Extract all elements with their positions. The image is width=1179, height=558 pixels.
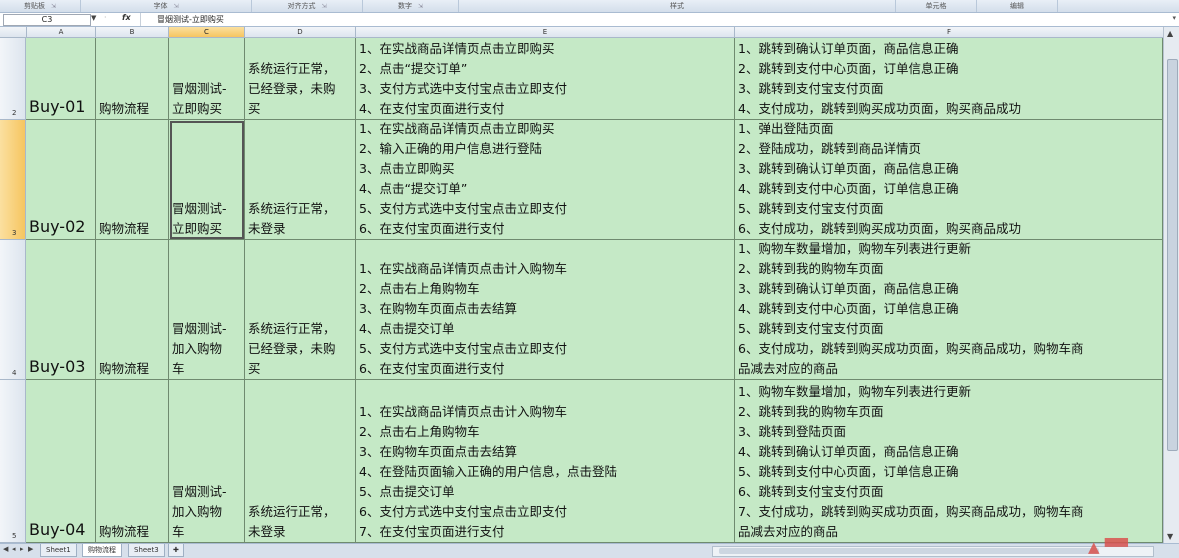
scrollbar-thumb[interactable] bbox=[719, 548, 1099, 554]
scroll-up-icon[interactable]: ▲ bbox=[1167, 29, 1173, 38]
row-header-3[interactable]: 3 bbox=[0, 120, 26, 240]
ribbon-group-alignment[interactable]: 对齐方式 ⇲ bbox=[252, 0, 363, 12]
sheet-tab-sheet1[interactable]: Sheet1 bbox=[40, 544, 77, 557]
row-header-2[interactable]: 2 bbox=[0, 38, 26, 120]
watermark-logo: ▲ ▀▀ bbox=[1088, 538, 1128, 556]
cell-precondition[interactable]: 系统运行正常， 未登录 bbox=[245, 120, 356, 240]
cell-id[interactable]: Buy-03 bbox=[26, 240, 96, 380]
column-header-bar: A B C D E F bbox=[0, 27, 1163, 38]
worksheet-grid[interactable]: A B C D E F 2 Buy-01 购物流程 冒烟测试- 立即购买 系统运行… bbox=[0, 27, 1163, 543]
column-header-d[interactable]: D bbox=[245, 27, 356, 38]
sheet-tab-sheet3[interactable]: Sheet3 bbox=[128, 544, 165, 557]
cell-steps[interactable]: 1、在实战商品详情页点击立即购买 2、点击“提交订单” 3、支付方式选中支付宝点击立… bbox=[356, 38, 735, 120]
cell-expected[interactable]: 1、购物车数量增加，购物车列表进行更新 2、跳转到我的购物车页面 3、跳转到确认订单… bbox=[735, 240, 1163, 380]
row-header-4[interactable]: 4 bbox=[0, 240, 26, 380]
ribbon-group-cells[interactable]: 单元格 bbox=[896, 0, 977, 12]
cell-expected[interactable]: 1、弹出登陆页面 2、登陆成功，跳转到商品详情页 3、跳转到确认订单页面，商品信息正… bbox=[735, 120, 1163, 240]
function-icon[interactable]: fx bbox=[122, 13, 131, 22]
cell-expected[interactable]: 1、跳转到确认订单页面，商品信息正确 2、跳转到支付中心页面，订单信息正确 3、跳转… bbox=[735, 38, 1163, 120]
column-header-e[interactable]: E bbox=[356, 27, 735, 38]
column-header-a[interactable]: A bbox=[27, 27, 96, 38]
ribbon-group-styles[interactable]: 样式 bbox=[459, 0, 896, 12]
cell-steps[interactable]: 1、在实战商品详情页点击计入购物车 2、点击右上角购物车 3、在购物车页面点击去结算… bbox=[356, 240, 735, 380]
cell-id[interactable]: Buy-04 bbox=[26, 380, 96, 543]
dialog-launcher-icon[interactable]: ⇲ bbox=[51, 3, 56, 10]
dialog-launcher-icon[interactable]: ⇲ bbox=[173, 3, 178, 10]
ribbon-group-editing[interactable]: 编辑 bbox=[977, 0, 1058, 12]
dialog-launcher-icon[interactable]: ⇲ bbox=[321, 3, 326, 10]
cell-expected[interactable]: 1、购物车数量增加，购物车列表进行更新 2、跳转到我的购物车页面 3、跳转到登陆页面… bbox=[735, 380, 1163, 543]
ribbon-group-clipboard[interactable]: 剪贴板 ⇲ bbox=[0, 0, 81, 12]
first-sheet-icon[interactable]: ◀ bbox=[3, 545, 8, 553]
prev-sheet-icon[interactable]: ◂ bbox=[12, 545, 16, 553]
name-box[interactable]: C3 bbox=[3, 14, 91, 26]
cell-title-active[interactable]: 冒烟测试- 立即购买 bbox=[169, 120, 245, 240]
expand-formula-icon[interactable]: ▾ bbox=[1172, 14, 1176, 22]
row-header-5[interactable]: 5 bbox=[0, 380, 26, 543]
column-header-c[interactable]: C bbox=[169, 27, 245, 38]
cell-title[interactable]: 冒烟测试- 加入购物车 bbox=[169, 240, 245, 380]
next-sheet-icon[interactable]: ▸ bbox=[20, 545, 24, 553]
cell-module[interactable]: 购物流程 bbox=[96, 380, 169, 543]
column-header-b[interactable]: B bbox=[96, 27, 169, 38]
cell-title[interactable]: 冒烟测试- 加入购物车 bbox=[169, 380, 245, 543]
table-row: Buy-04 购物流程 冒烟测试- 加入购物车 系统运行正常， 未登录 1、在实战商… bbox=[26, 380, 1163, 543]
cell-precondition[interactable]: 系统运行正常， 已经登录，未购买 bbox=[245, 38, 356, 120]
scroll-down-icon[interactable]: ▼ bbox=[1167, 532, 1173, 541]
cell-title[interactable]: 冒烟测试- 立即购买 bbox=[169, 38, 245, 120]
cell-module[interactable]: 购物流程 bbox=[96, 120, 169, 240]
cell-id[interactable]: Buy-02 bbox=[26, 120, 96, 240]
select-all-corner[interactable] bbox=[0, 27, 27, 38]
cell-precondition[interactable]: 系统运行正常， 未登录 bbox=[245, 380, 356, 543]
ribbon-group-font[interactable]: 字体 ⇲ bbox=[81, 0, 252, 12]
table-row: Buy-02 购物流程 冒烟测试- 立即购买 系统运行正常， 未登录 1、在实战商品… bbox=[26, 120, 1163, 240]
table-row: Buy-01 购物流程 冒烟测试- 立即购买 系统运行正常， 已经登录，未购买 1、… bbox=[26, 38, 1163, 120]
cell-precondition[interactable]: 系统运行正常， 已经登录，未购买 bbox=[245, 240, 356, 380]
cell-module[interactable]: 购物流程 bbox=[96, 240, 169, 380]
cell-id[interactable]: Buy-01 bbox=[26, 38, 96, 120]
last-sheet-icon[interactable]: ▶ bbox=[28, 545, 33, 553]
cancel-icon[interactable]: · bbox=[104, 13, 107, 22]
formula-input[interactable]: 冒烟测试-立即购买 bbox=[140, 13, 1177, 26]
chevron-down-icon[interactable]: ▼ bbox=[91, 14, 96, 22]
new-sheet-icon[interactable]: ✚ bbox=[168, 544, 184, 557]
ribbon-bar: 剪贴板 ⇲ 字体 ⇲ 对齐方式 ⇲ 数字 ⇲ 样式 单元格 编辑 bbox=[0, 0, 1179, 13]
sheet-tab-active[interactable]: 购物流程 bbox=[82, 544, 122, 557]
cell-steps[interactable]: 1、在实战商品详情页点击计入购物车 2、点击右上角购物车 3、在购物车页面点击去结算… bbox=[356, 380, 735, 543]
table-row: Buy-03 购物流程 冒烟测试- 加入购物车 系统运行正常， 已经登录，未购买 1… bbox=[26, 240, 1163, 380]
sheet-tab-bar: ◀ ◂ ▸ ▶ Sheet1 购物流程 Sheet3 ✚ bbox=[0, 543, 1179, 558]
column-header-f[interactable]: F bbox=[735, 27, 1163, 38]
formula-bar: C3 ▼ · fx 冒烟测试-立即购买 ▾ bbox=[0, 13, 1179, 27]
cell-module[interactable]: 购物流程 bbox=[96, 38, 169, 120]
dialog-launcher-icon[interactable]: ⇲ bbox=[418, 3, 423, 10]
vertical-scrollbar[interactable]: ▲ ▼ bbox=[1163, 27, 1179, 543]
cell-steps[interactable]: 1、在实战商品详情页点击立即购买 2、输入正确的用户信息进行登陆 3、点击立即购买 4… bbox=[356, 120, 735, 240]
scrollbar-thumb[interactable] bbox=[1167, 59, 1178, 451]
ribbon-group-number[interactable]: 数字 ⇲ bbox=[363, 0, 459, 12]
